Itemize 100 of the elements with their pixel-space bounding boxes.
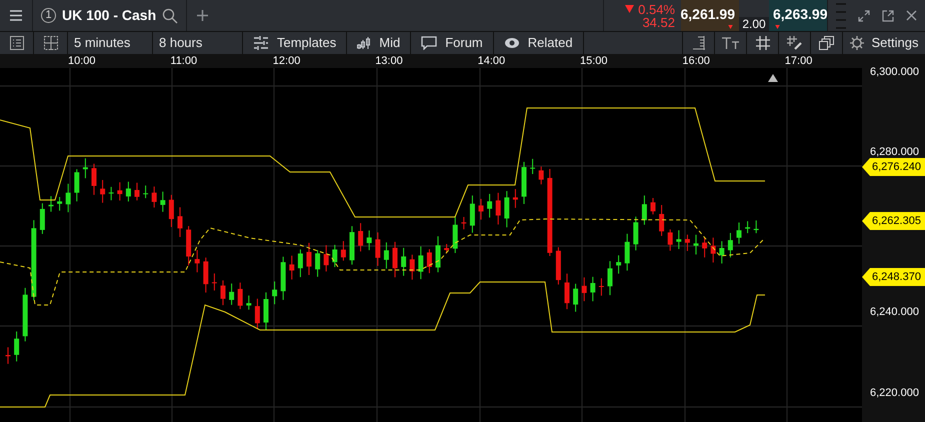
- candlestick: [82, 158, 88, 179]
- candlestick: [702, 236, 708, 258]
- candlestick: [444, 243, 450, 254]
- candlestick: [340, 240, 346, 262]
- candlestick: [178, 206, 182, 238]
- candlestick: [590, 276, 596, 302]
- candlestick: [92, 163, 96, 196]
- down-triangle-icon: [625, 5, 634, 13]
- grid-pencil-icon: [786, 36, 802, 50]
- candlestick: [684, 234, 690, 252]
- candlestick: [564, 273, 570, 310]
- eye-icon: [504, 37, 520, 49]
- menu-icon: [10, 10, 22, 21]
- price-label: 6,280.000: [870, 146, 919, 158]
- candlestick: [538, 166, 544, 185]
- grid-layout-icon: [44, 36, 58, 50]
- candlestick: [152, 186, 157, 208]
- change-percent: 0.54%: [638, 2, 675, 16]
- down-triangle-icon: [773, 25, 782, 29]
- sliders-icon: [253, 36, 269, 50]
- candlestick: [6, 346, 10, 364]
- candlestick: [436, 236, 440, 273]
- candlestick: [401, 247, 406, 276]
- time-label: 14:00: [478, 54, 506, 68]
- candlestick: [160, 191, 166, 212]
- candlestick: [358, 222, 364, 252]
- candlestick: [736, 222, 742, 244]
- text-size-icon: [722, 37, 740, 49]
- spread-value: 2.00: [739, 17, 769, 31]
- tab-label: UK 100 - Cash: [62, 6, 156, 25]
- candlestick: [452, 216, 458, 254]
- candlestick: [48, 196, 54, 212]
- candlestick: [289, 255, 294, 280]
- candlestick: [719, 240, 724, 264]
- candlestick: [694, 234, 698, 256]
- candlestick: [238, 282, 243, 310]
- candlestick: [728, 232, 733, 258]
- candlestick: [272, 280, 278, 305]
- candlestick: [410, 254, 415, 280]
- marker-pointer-icon: [862, 268, 870, 286]
- candlestick: [203, 257, 208, 294]
- candlestick: [504, 190, 510, 228]
- candlestick: [496, 192, 501, 226]
- time-label: 15:00: [580, 54, 608, 68]
- marker-pointer-icon: [862, 212, 870, 230]
- candlestick: [487, 193, 492, 218]
- time-label: 10:00: [68, 54, 96, 68]
- candlestick: [392, 241, 398, 278]
- candlestick: [426, 248, 432, 274]
- candlestick: [168, 194, 174, 228]
- candlestick: [212, 272, 217, 291]
- candlestick: [350, 226, 354, 266]
- candlestick: [246, 295, 252, 310]
- candlestick: [710, 237, 716, 263]
- candlestick: [306, 242, 312, 276]
- candlestick: [668, 228, 673, 252]
- time-label: 16:00: [682, 54, 710, 68]
- candlestick: [650, 198, 656, 215]
- candlestick: [14, 331, 20, 362]
- candlestick: [57, 196, 62, 212]
- candlestick: [143, 185, 148, 199]
- search-icon[interactable]: [162, 8, 178, 24]
- sell-price-button[interactable]: 6,261.99: [681, 0, 739, 31]
- candlestick: [100, 180, 106, 204]
- close-icon[interactable]: [906, 10, 917, 21]
- candlestick: [512, 188, 518, 208]
- candlestick-icon: [357, 36, 372, 50]
- candlestick: [573, 283, 578, 312]
- candlestick: [280, 256, 286, 300]
- buy-price-button[interactable]: 6,263.99: [769, 0, 827, 31]
- candlestick: [418, 246, 424, 280]
- popout-icon[interactable]: [882, 10, 894, 22]
- candlestick: [556, 246, 561, 286]
- list-icon: [10, 36, 24, 50]
- grid-icon: [756, 36, 770, 50]
- candlestick: [220, 280, 226, 306]
- candlestick: [134, 182, 140, 201]
- candlestick: [530, 158, 536, 175]
- align-right-icon: [692, 36, 706, 50]
- time-label: 12:00: [272, 54, 300, 68]
- candlestick: [40, 202, 45, 234]
- candlestick: [659, 204, 664, 236]
- candlestick: [117, 182, 122, 202]
- candlestick: [74, 168, 80, 202]
- stacked-windows-icon: [819, 36, 834, 50]
- down-triangle-icon: [726, 25, 735, 29]
- scroll-end-icon[interactable]: [768, 74, 778, 82]
- candlestick: [332, 244, 338, 268]
- candlestick: [324, 244, 329, 272]
- candlestick: [478, 198, 484, 220]
- candlestick: [745, 220, 750, 234]
- settings-icon: [850, 36, 864, 50]
- marker-pointer-icon: [862, 158, 870, 176]
- candlestick: [126, 181, 131, 202]
- candlestick: [598, 278, 604, 296]
- candlestick: [461, 216, 466, 230]
- time-label: 11:00: [170, 54, 198, 68]
- candlestick: [522, 161, 526, 204]
- expand-icon[interactable]: [858, 10, 870, 22]
- horizontal-lines-icon: [836, 2, 846, 28]
